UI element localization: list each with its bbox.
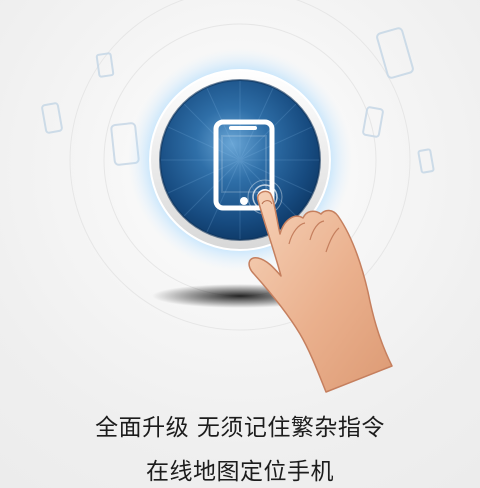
feature-caption-line-2: 在线地图定位手机	[146, 459, 334, 485]
pointing-hand-icon	[248, 190, 393, 393]
illustration	[41, 0, 435, 393]
feature-caption-line-1: 全面升级 无须记住繁杂指令	[95, 415, 385, 441]
feature-intro-screen: 全面升级 无须记住繁杂指令 在线地图定位手机	[0, 0, 480, 488]
